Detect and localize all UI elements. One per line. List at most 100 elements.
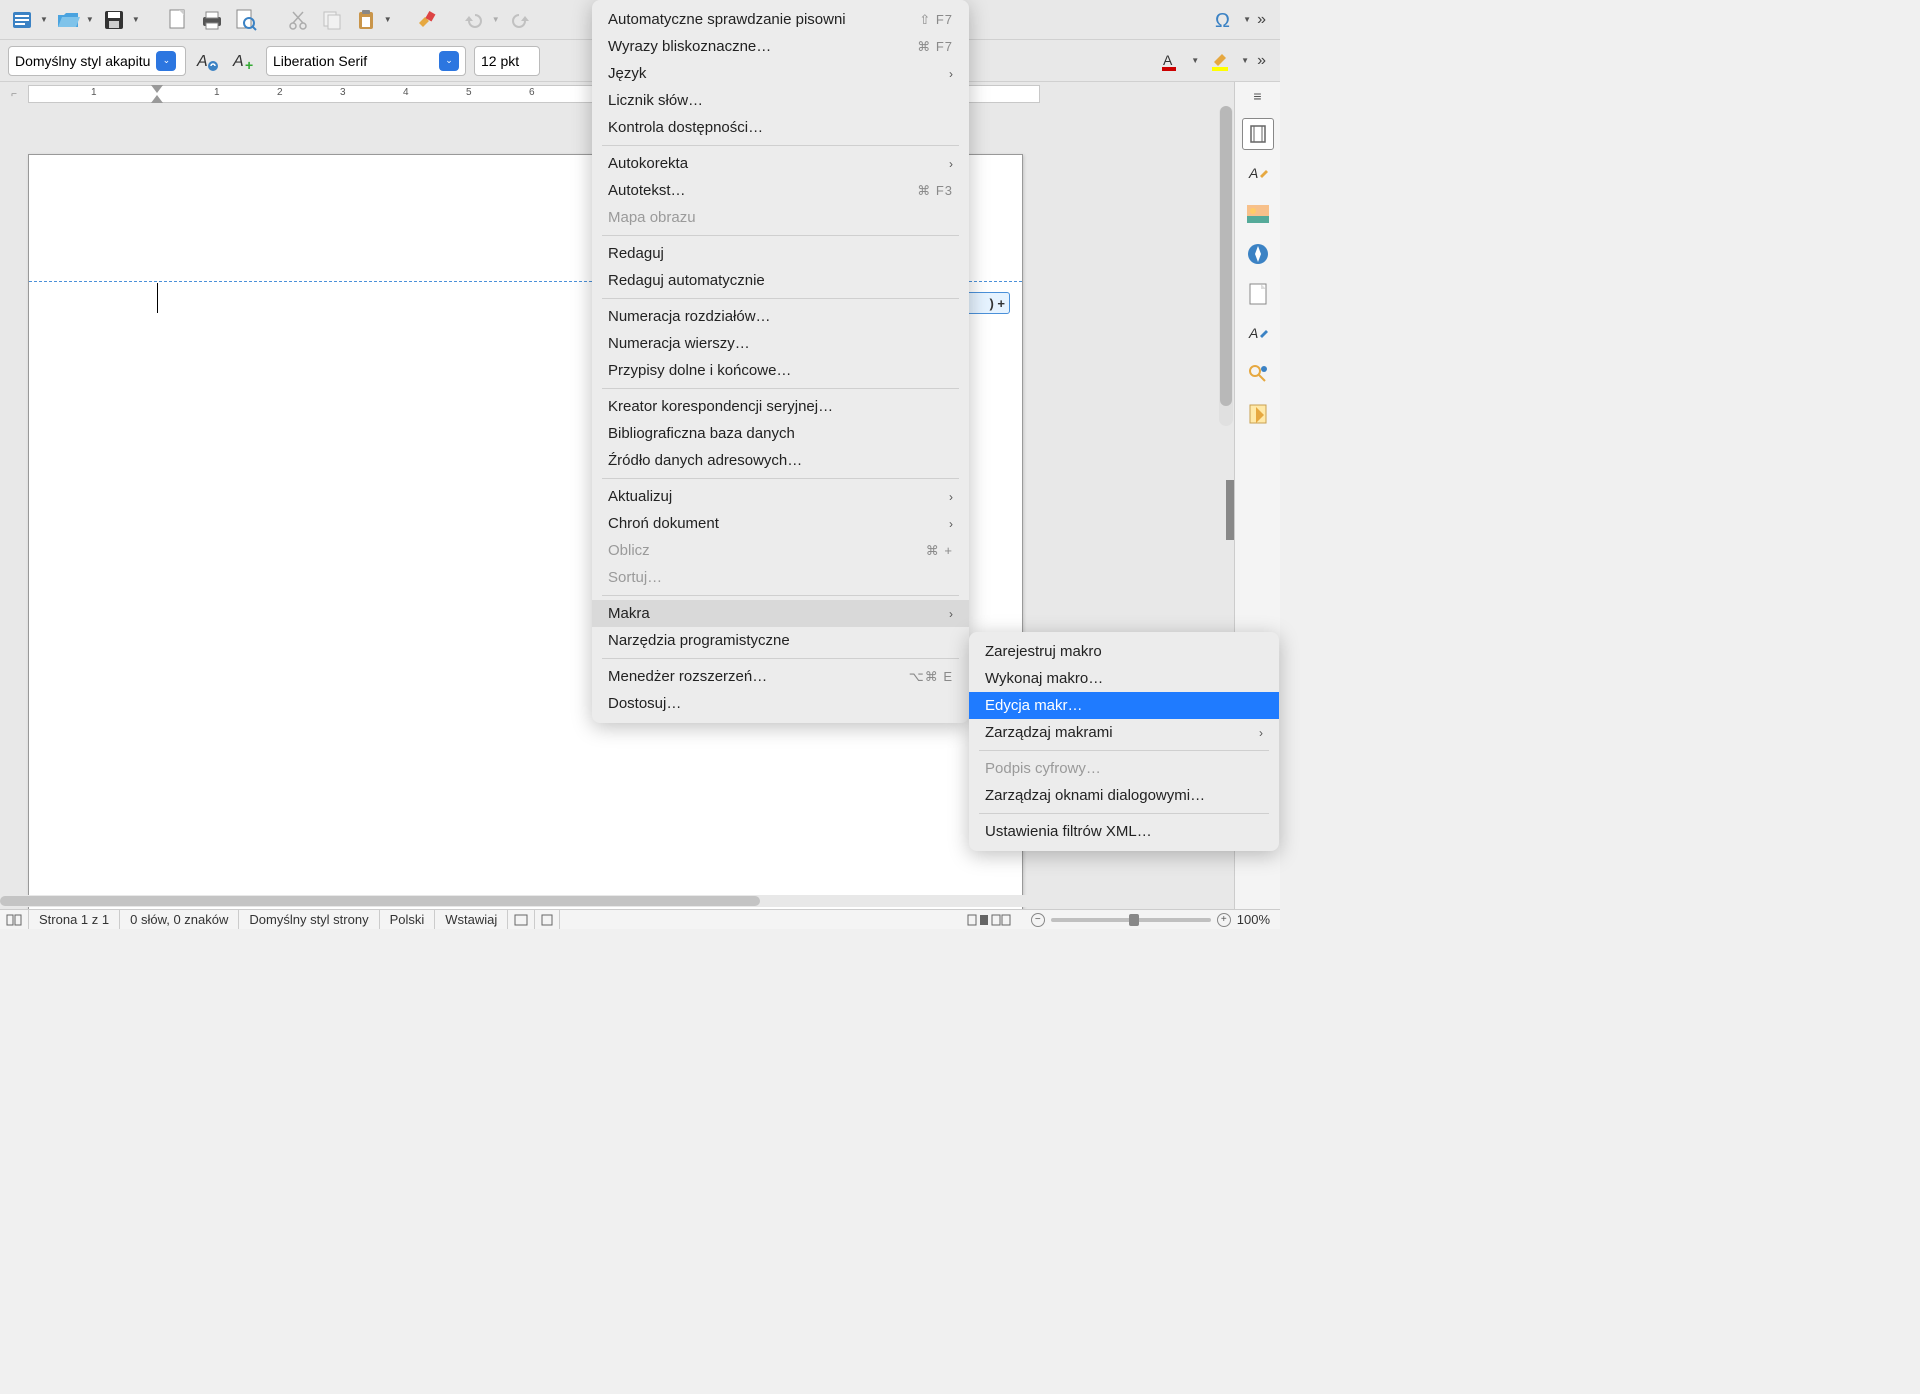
horizontal-scrollbar[interactable] [0, 895, 1234, 907]
highlight-color-icon[interactable] [1207, 47, 1235, 75]
styles-panel-icon[interactable]: A [1242, 158, 1274, 190]
menu-item[interactable]: Ustawienia filtrów XML… [969, 818, 1279, 845]
menu-item[interactable]: Zarejestruj makro [969, 638, 1279, 665]
status-bar: Strona 1 z 1 0 słów, 0 znaków Domyślny s… [0, 909, 1280, 929]
menu-item-label: Zarejestruj makro [985, 643, 1102, 660]
save-icon[interactable] [100, 6, 128, 34]
toolbar-overflow-icon[interactable]: » [1257, 11, 1272, 29]
menu-item[interactable]: Edycja makr… [969, 692, 1279, 719]
menu-item[interactable]: Narzędzia programistyczne [592, 627, 969, 654]
menu-item[interactable]: Chroń dokument› [592, 510, 969, 537]
properties-panel-icon[interactable] [1242, 118, 1274, 150]
redo-icon[interactable] [506, 6, 534, 34]
menu-item[interactable]: Redaguj [592, 240, 969, 267]
print-preview-icon[interactable] [232, 6, 260, 34]
font-size-combo[interactable]: 12 pkt [474, 46, 540, 76]
menu-item[interactable]: Źródło danych adresowych… [592, 447, 969, 474]
zoom-slider-knob[interactable] [1129, 914, 1139, 926]
cut-icon[interactable] [284, 6, 312, 34]
menu-item[interactable]: Autokorekta› [592, 150, 969, 177]
status-signature[interactable] [535, 910, 560, 929]
style-inspector-icon[interactable]: A [1242, 318, 1274, 350]
caret-icon[interactable]: ▼ [1243, 15, 1251, 24]
ruler-mark: 3 [340, 87, 346, 98]
status-word-count[interactable]: 0 słów, 0 znaków [120, 910, 239, 929]
caret-icon[interactable]: ▼ [86, 15, 94, 24]
caret-icon[interactable]: ▼ [1241, 56, 1249, 65]
status-book-icon[interactable] [0, 910, 29, 929]
menu-item-label: Bibliograficzna baza danych [608, 425, 795, 442]
accessibility-check-icon[interactable] [1242, 398, 1274, 430]
menu-item[interactable]: Zarządzaj oknami dialogowymi… [969, 782, 1279, 809]
vertical-scrollbar[interactable] [1219, 106, 1233, 426]
status-view-layout[interactable] [957, 910, 1021, 929]
paste-icon[interactable] [352, 6, 380, 34]
chevron-down-icon[interactable]: ⌄ [439, 51, 459, 71]
menu-item[interactable]: Menedżer rozszerzeń…⌥⌘ E [592, 663, 969, 690]
ruler-mark: 6 [529, 87, 535, 98]
menu-item[interactable]: Bibliograficzna baza danych [592, 420, 969, 447]
sidebar-menu-icon[interactable]: ≡ [1253, 88, 1261, 104]
special-char-icon[interactable]: Ω [1211, 6, 1239, 34]
zoom-out-button[interactable]: − [1031, 913, 1045, 927]
menu-item[interactable]: Redaguj automatycznie [592, 267, 969, 294]
menu-item-label: Źródło danych adresowych… [608, 452, 802, 469]
zoom-slider[interactable] [1051, 918, 1211, 922]
print-icon[interactable] [198, 6, 226, 34]
update-style-icon[interactable]: A [194, 47, 222, 75]
menu-item[interactable]: Zarządzaj makrami› [969, 719, 1279, 746]
status-page[interactable]: Strona 1 z 1 [29, 910, 120, 929]
menu-item-label: Wyrazy bliskoznaczne… [608, 38, 771, 55]
scrollbar-thumb[interactable] [1220, 106, 1232, 406]
status-selection-mode[interactable] [508, 910, 535, 929]
menu-item[interactable]: Aktualizuj› [592, 483, 969, 510]
menu-item[interactable]: Przypisy dolne i końcowe… [592, 357, 969, 384]
indent-marker-icon[interactable] [151, 85, 163, 103]
manage-changes-icon[interactable] [1242, 358, 1274, 390]
menu-item-label: Menedżer rozszerzeń… [608, 668, 767, 685]
status-page-style[interactable]: Domyślny styl strony [239, 910, 379, 929]
caret-icon[interactable]: ▼ [1191, 56, 1199, 65]
navigator-panel-icon[interactable] [1242, 238, 1274, 270]
undo-icon[interactable] [460, 6, 488, 34]
sidebar-handle[interactable] [1226, 480, 1234, 540]
menu-item[interactable]: Autotekst…⌘ F3 [592, 177, 969, 204]
gallery-panel-icon[interactable] [1242, 198, 1274, 230]
menu-separator [602, 658, 959, 659]
menu-item[interactable]: Makra› [592, 600, 969, 627]
chevron-down-icon[interactable]: ⌄ [156, 51, 176, 71]
menu-item[interactable]: Licznik słów… [592, 87, 969, 114]
caret-icon[interactable]: ▼ [40, 15, 48, 24]
toolbar-overflow-icon[interactable]: » [1257, 52, 1272, 70]
new-style-icon[interactable]: A+ [230, 47, 258, 75]
zoom-in-button[interactable]: + [1217, 913, 1231, 927]
clone-formatting-icon[interactable] [412, 6, 440, 34]
menu-item[interactable]: Język› [592, 60, 969, 87]
export-pdf-icon[interactable] [164, 6, 192, 34]
menu-item[interactable]: Wyrazy bliskoznaczne…⌘ F7 [592, 33, 969, 60]
menu-item[interactable]: Kontrola dostępności… [592, 114, 969, 141]
font-name-combo[interactable]: Liberation Serif ⌄ [266, 46, 466, 76]
copy-icon[interactable] [318, 6, 346, 34]
menu-item[interactable]: Numeracja rozdziałów… [592, 303, 969, 330]
menu-item-label: Kreator korespondencji seryjnej… [608, 398, 833, 415]
page-panel-icon[interactable] [1242, 278, 1274, 310]
ruler-corner: ⌐ [0, 82, 28, 106]
window-icon[interactable] [8, 6, 36, 34]
scrollbar-thumb[interactable] [0, 896, 760, 906]
font-color-icon[interactable]: A [1157, 47, 1185, 75]
open-icon[interactable] [54, 6, 82, 34]
menu-item[interactable]: Numeracja wierszy… [592, 330, 969, 357]
zoom-control[interactable]: − + 100% [1021, 912, 1280, 927]
status-insert-mode[interactable]: Wstawiaj [435, 910, 508, 929]
paragraph-style-combo[interactable]: Domyślny styl akapitu ⌄ [8, 46, 186, 76]
caret-icon[interactable]: ▼ [492, 15, 500, 24]
caret-icon[interactable]: ▼ [132, 15, 140, 24]
menu-item[interactable]: Automatyczne sprawdzanie pisowni⇧ F7 [592, 6, 969, 33]
menu-item[interactable]: Kreator korespondencji seryjnej… [592, 393, 969, 420]
menu-item[interactable]: Wykonaj makro… [969, 665, 1279, 692]
caret-icon[interactable]: ▼ [384, 15, 392, 24]
menu-item[interactable]: Dostosuj… [592, 690, 969, 717]
status-language[interactable]: Polski [380, 910, 436, 929]
menu-separator [602, 478, 959, 479]
